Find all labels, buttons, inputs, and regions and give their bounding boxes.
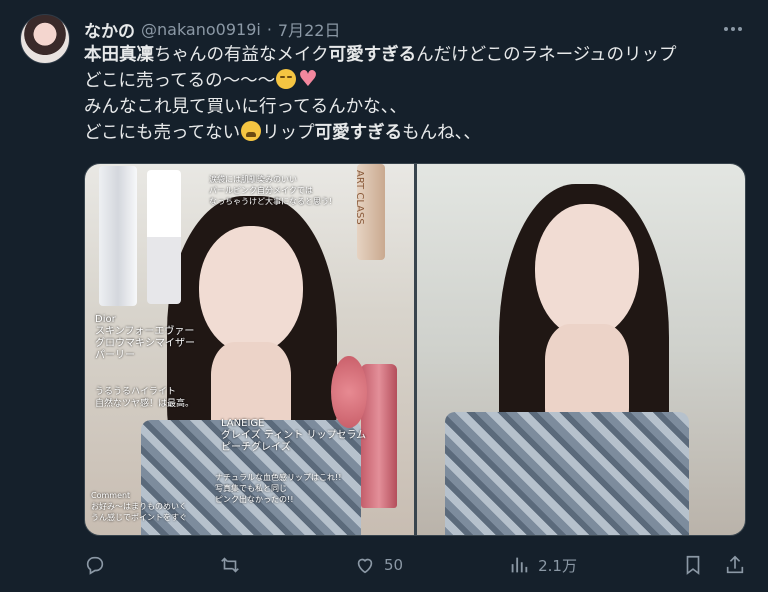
retweet-icon: [221, 557, 239, 573]
pink-heart-emoji: [298, 67, 318, 93]
text-segment: どこに売ってるの〜〜〜: [84, 71, 276, 91]
author-avatar[interactable]: [20, 14, 70, 64]
text-segment: ちゃんの有益なメイク: [154, 45, 329, 65]
text-segment: んだけどこのラネージュのリップ: [416, 45, 677, 65]
analytics-icon: [511, 557, 528, 573]
share-icon: [726, 555, 744, 574]
text-segment: もんね、、: [402, 123, 481, 143]
tired-face-emoji: [241, 121, 262, 141]
dior-note: Dior スキンフォーエヴァー グロウマキシマイザー パーリー: [95, 314, 195, 361]
views-count: 2.1万: [538, 556, 577, 575]
like-button[interactable]: 50: [354, 552, 403, 578]
tweet-date[interactable]: 7月22日: [278, 17, 341, 41]
views-button[interactable]: 2.1万: [508, 552, 577, 578]
comment-note: Comment お好み〜はまりものめいく うん感じでポイントをすぐ: [91, 491, 187, 522]
highlight-note: うるうるハイライト 自然なツヤ感！は最高。: [95, 387, 195, 409]
heart-icon: [357, 558, 373, 574]
tweet-line-1: 本田真凜ちゃんの有益なメイク可愛すぎるんだけどこのラネージュのリップ: [84, 42, 754, 68]
text-segment: 可愛すぎる: [314, 123, 403, 143]
separator-dot: ·: [266, 19, 272, 39]
share-button[interactable]: [724, 552, 746, 578]
text-segment: 可愛すぎる: [328, 45, 417, 65]
tweet-text: 本田真凜ちゃんの有益なメイク可愛すぎるんだけどこのラネージュのリップ どこに売っ…: [84, 42, 754, 146]
photo-face: [199, 226, 303, 354]
text-segment: リップ: [262, 123, 315, 143]
media-photo-1[interactable]: 涙袋には肌馴染みのいい パールピンク自分メイクでは なっちゃうけど大事になると思…: [85, 164, 414, 535]
tweet-line-3: みんなこれ見て買いに行ってるんかな、、: [84, 94, 754, 120]
bookmark-icon: [686, 555, 700, 575]
natural-lip-note: ナチュラルな血色感リップはこれ!! 写真集でも私と同じ ピンク出なかったの!!: [215, 473, 342, 504]
art-class-label: ART CLASS: [354, 170, 365, 225]
media-photo-2[interactable]: [416, 164, 745, 535]
dior-bottle-image: [99, 166, 137, 306]
bookmark-button[interactable]: [682, 552, 704, 578]
text-segment: どこにも売ってない: [84, 123, 241, 143]
tweet-line-4: どこにも売ってない リップ可愛すぎるもんね、、: [84, 120, 754, 146]
text-segment: みんなこれ見て買いに行ってるんかな、、: [84, 97, 407, 117]
tweet-header: なかの @nakano0919i · 7月22日: [84, 17, 341, 42]
like-count: 50: [384, 556, 404, 574]
author-name[interactable]: なかの: [84, 17, 135, 42]
photo-top: [444, 412, 689, 535]
photo-face: [534, 204, 639, 338]
reply-button[interactable]: [84, 552, 114, 578]
tweet-media: 涙袋には肌馴染みのいい パールピンク自分メイクでは なっちゃうけど大事になると思…: [84, 163, 746, 536]
laneige-note: LANEIGE グレイズ ティント リップセラム ピーチグレイズ: [221, 418, 367, 453]
relieved-face-emoji: [276, 69, 297, 89]
text-segment: 本田真凜: [84, 45, 154, 65]
tweet-actions: 50 2.1万: [84, 552, 746, 578]
author-handle[interactable]: @nakano0919i: [141, 20, 261, 39]
makeup-note-top: 涙袋には肌馴染みのいい パールピンク自分メイクでは なっちゃうけど大事になると思…: [209, 175, 333, 206]
secondary-actions: [682, 552, 746, 578]
reply-icon: [86, 556, 104, 575]
dior-cap-image: [147, 170, 181, 304]
retweet-button[interactable]: [219, 552, 249, 578]
more-options-icon[interactable]: [722, 18, 744, 40]
tweet-line-2: どこに売ってるの〜〜〜: [84, 67, 754, 94]
